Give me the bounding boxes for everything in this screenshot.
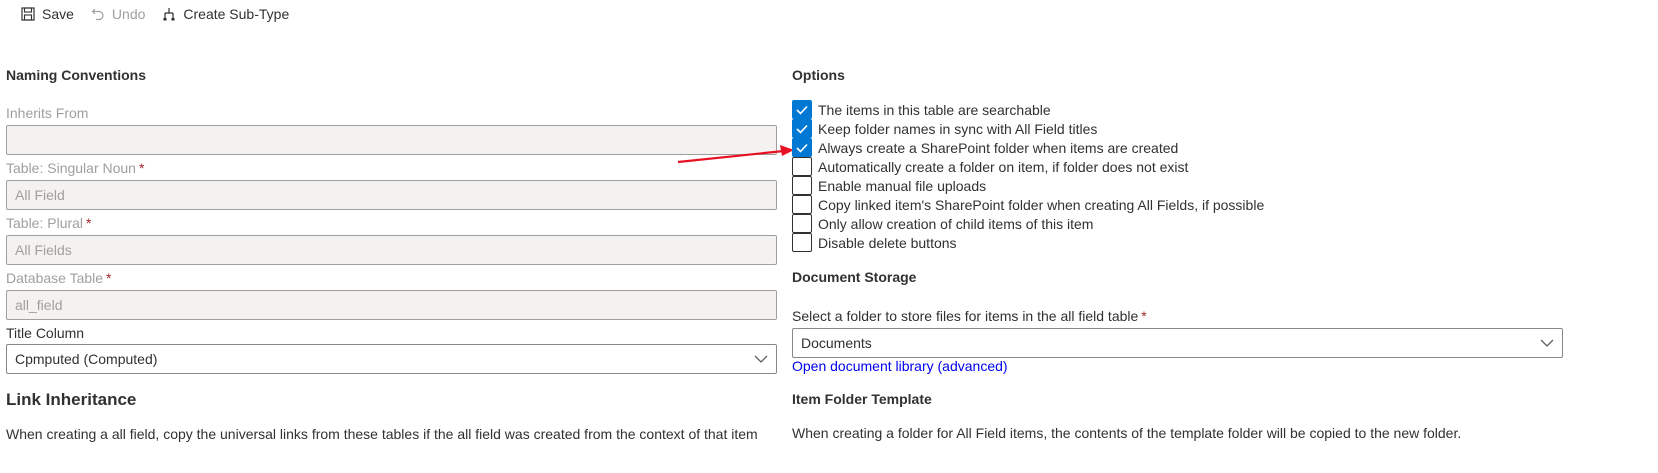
create-subtype-button[interactable]: Create Sub-Type [153,0,297,28]
title-column-dropdown[interactable]: Cpmputed (Computed) [6,344,777,374]
options-list: The items in this table are searchable Ke… [792,100,1264,252]
option-label: Automatically create a folder on item, i… [818,158,1189,175]
undo-label: Undo [111,6,146,22]
option-label: Enable manual file uploads [818,177,987,194]
option-row[interactable]: Disable delete buttons [792,233,1264,252]
title-column-value: Cpmputed (Computed) [15,351,158,367]
save-button[interactable]: Save [0,0,82,28]
option-row[interactable]: Always create a SharePoint folder when i… [792,138,1264,157]
save-label: Save [42,6,74,22]
required-mark: * [1141,308,1147,324]
option-label: Keep folder names in sync with All Field… [818,120,1098,137]
required-mark: * [86,215,92,231]
checkmark-icon [796,105,808,115]
option-label: Disable delete buttons [818,234,957,251]
option-row[interactable]: Only allow creation of child items of th… [792,214,1264,233]
save-icon [20,6,36,22]
item-folder-template-description: When creating a folder for All Field ite… [792,425,1462,441]
option-checkbox[interactable] [792,195,812,214]
option-label: Copy linked item's SharePoint folder whe… [818,196,1265,213]
option-row[interactable]: Automatically create a folder on item, i… [792,157,1264,176]
options-heading: Options [792,67,845,83]
inherits-from-field[interactable] [6,125,777,155]
hierarchy-icon [161,6,177,22]
annotation-arrow-icon [677,145,794,164]
option-checkbox[interactable] [792,157,812,176]
option-row[interactable]: Copy linked item's SharePoint folder whe… [792,195,1264,214]
option-row[interactable]: The items in this table are searchable [792,100,1264,119]
inherits-from-label: Inherits From [6,105,89,121]
option-checkbox[interactable] [792,233,812,252]
required-mark: * [138,160,145,176]
checkmark-icon [796,124,808,134]
item-folder-template-heading: Item Folder Template [792,391,932,407]
plural-field[interactable]: All Fields [6,235,777,265]
option-checkbox[interactable] [792,214,812,233]
option-row[interactable]: Enable manual file uploads [792,176,1264,195]
title-column-label: Title Column [6,325,85,341]
option-label: Always create a SharePoint folder when i… [818,139,1179,156]
document-storage-heading: Document Storage [792,269,917,285]
link-inheritance-heading: Link Inheritance [6,390,137,409]
option-checkbox[interactable] [792,119,812,138]
naming-conventions-heading: Naming Conventions [6,67,147,83]
singular-noun-field[interactable]: All Field [6,180,777,210]
database-table-field[interactable]: all_field [6,290,777,320]
folder-select-label: Select a folder to store files for items… [792,308,1147,324]
plural-label: Table: Plural * [6,215,92,231]
create-subtype-label: Create Sub-Type [183,6,290,22]
option-checkbox[interactable] [792,100,812,119]
command-bar: Save Undo Create Sub-Type [0,0,297,28]
folder-value: Documents [801,335,872,351]
checkmark-icon [796,143,808,153]
required-mark: * [106,270,112,286]
database-table-label: Database Table * [6,270,112,286]
option-row[interactable]: Keep folder names in sync with All Field… [792,119,1264,138]
link-inheritance-description: When creating a all field, copy the univ… [6,426,758,442]
option-label: The items in this table are searchable [818,101,1051,118]
option-checkbox[interactable] [792,138,812,157]
open-document-library-link[interactable]: Open document library (advanced) [792,358,1008,374]
folder-dropdown[interactable]: Documents [792,328,1563,358]
option-label: Only allow creation of child items of th… [818,215,1094,232]
singular-noun-label: Table: Singular Noun * [6,160,145,176]
chevron-down-icon [1540,339,1554,347]
chevron-down-icon [754,355,768,363]
undo-icon [90,6,106,22]
option-checkbox[interactable] [792,176,812,195]
undo-button[interactable]: Undo [82,0,153,28]
